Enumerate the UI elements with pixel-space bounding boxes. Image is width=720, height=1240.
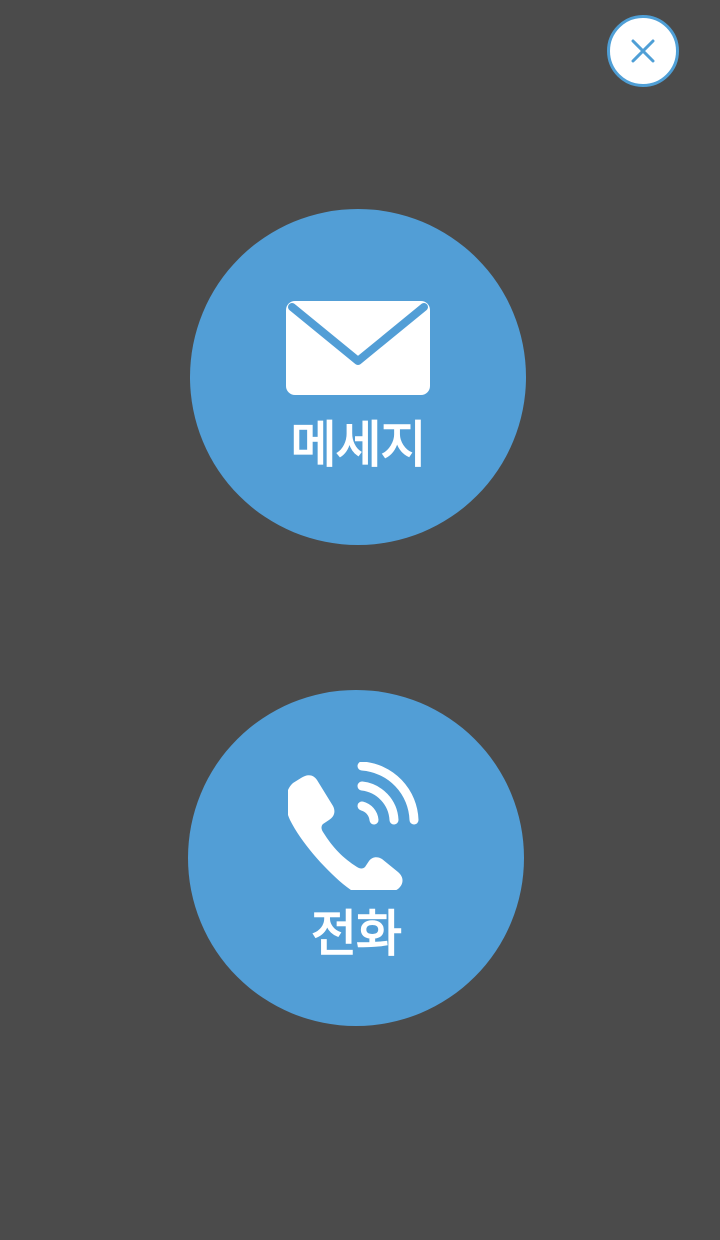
- close-icon: [631, 39, 655, 63]
- envelope-icon: [190, 301, 526, 395]
- phone-call-icon: [188, 762, 524, 890]
- call-button[interactable]: 전화: [188, 690, 524, 1026]
- message-button[interactable]: 메세지: [190, 209, 526, 545]
- close-button[interactable]: [607, 15, 679, 87]
- message-label: 메세지: [290, 416, 427, 474]
- call-label: 전화: [311, 905, 402, 963]
